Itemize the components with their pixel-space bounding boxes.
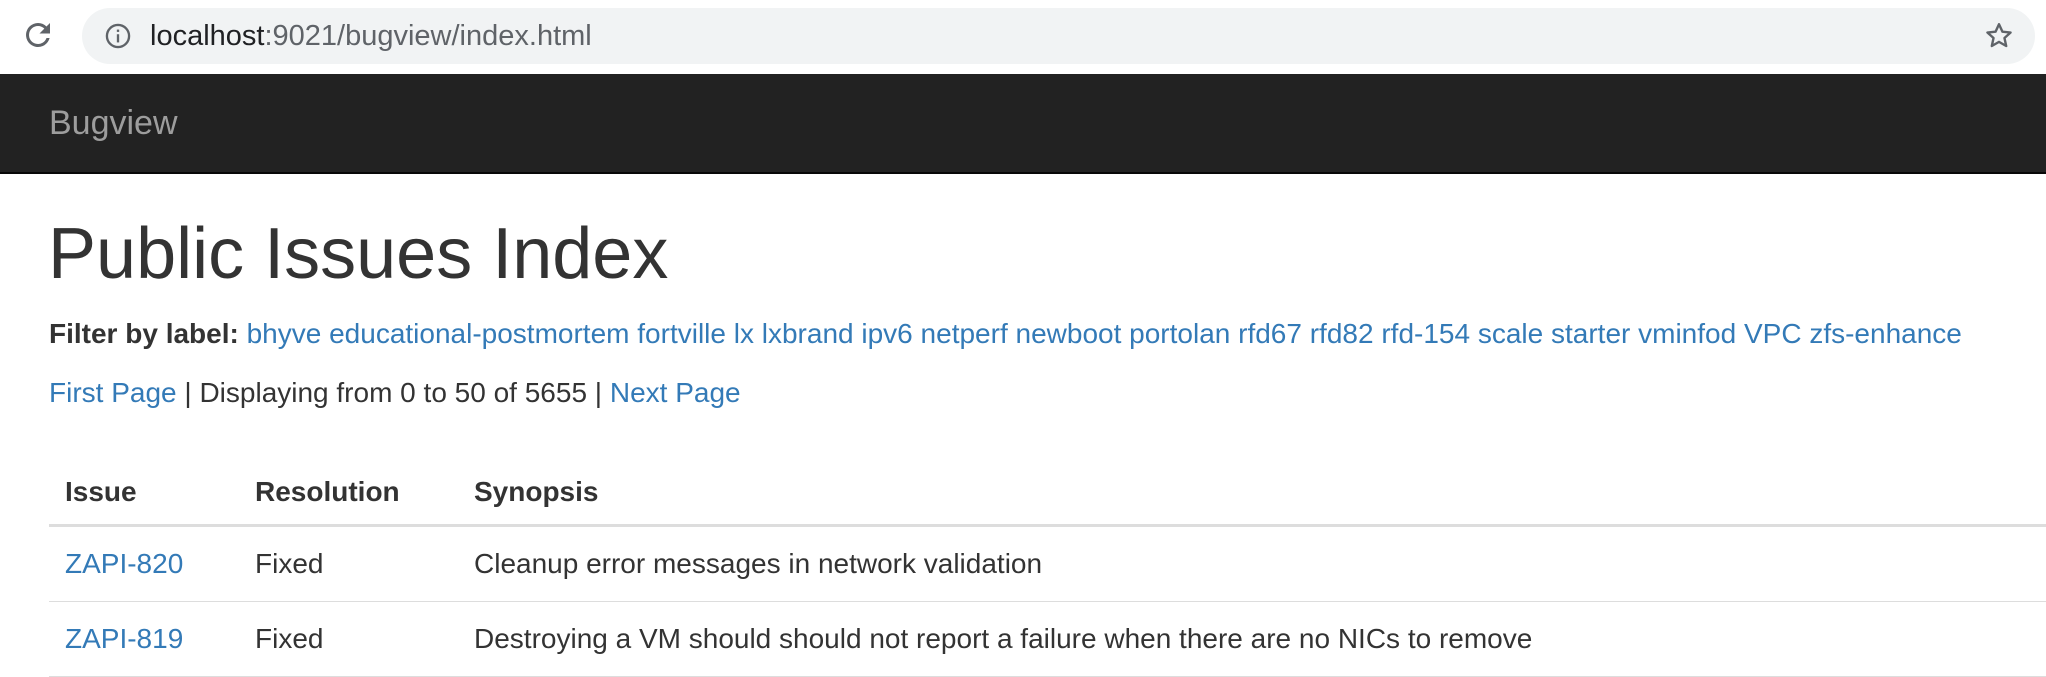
column-header-issue: Issue <box>49 460 239 527</box>
url-path: :9021/bugview/index.html <box>264 20 592 52</box>
issue-link[interactable]: ZAPI-819 <box>65 623 183 654</box>
issue-cell: ZAPI-819 <box>49 601 239 677</box>
pager-status: Displaying from 0 to 50 of 5655 <box>199 377 588 408</box>
label-link-newboot[interactable]: newboot <box>1016 318 1122 349</box>
label-link-starter[interactable]: starter <box>1551 318 1630 349</box>
label-link-fortville[interactable]: fortville <box>637 318 726 349</box>
label-link-rfd-154[interactable]: rfd-154 <box>1381 318 1470 349</box>
issues-table: Issue Resolution Synopsis ZAPI-820 Fixed… <box>49 460 2046 677</box>
label-link-rfd82[interactable]: rfd82 <box>1310 318 1374 349</box>
reload-icon[interactable] <box>20 17 56 53</box>
first-page-link[interactable]: First Page <box>49 377 177 408</box>
label-link-vminfod[interactable]: vminfod <box>1638 318 1736 349</box>
synopsis-cell: Cleanup error messages in network valida… <box>458 525 2046 602</box>
url-host: localhost <box>150 20 265 52</box>
resolution-cell: Fixed <box>239 525 458 602</box>
label-link-portolan[interactable]: portolan <box>1129 318 1230 349</box>
label-link-netperf[interactable]: netperf <box>921 318 1008 349</box>
pager-separator: | <box>176 377 200 408</box>
pagination: First Page | Displaying from 0 to 50 of … <box>49 373 741 413</box>
label-filter: Filter by label: bhyve educational-postm… <box>49 314 1962 354</box>
pager-separator: | <box>587 377 610 408</box>
label-link-rfd67[interactable]: rfd67 <box>1238 318 1302 349</box>
table-header-row: Issue Resolution Synopsis <box>49 460 2046 527</box>
url-text[interactable]: localhost:9021/bugview/index.html <box>150 8 592 64</box>
issue-link[interactable]: ZAPI-820 <box>65 548 183 579</box>
column-header-resolution: Resolution <box>239 460 458 527</box>
address-bar[interactable]: localhost:9021/bugview/index.html <box>82 8 2035 64</box>
label-link-educational-postmortem[interactable]: educational-postmortem <box>329 318 629 349</box>
synopsis-cell: Destroying a VM should should not report… <box>458 601 2046 677</box>
label-link-lxbrand[interactable]: lxbrand <box>762 318 854 349</box>
brand-link[interactable]: Bugview <box>49 74 178 172</box>
table-row: ZAPI-820 Fixed Cleanup error messages in… <box>49 525 2046 602</box>
label-link-vpc[interactable]: VPC <box>1744 318 1802 349</box>
star-icon[interactable] <box>1983 20 2015 52</box>
page-title: Public Issues Index <box>48 214 669 294</box>
issue-cell: ZAPI-820 <box>49 525 239 602</box>
navbar: Bugview <box>0 74 2046 174</box>
label-link-ipv6[interactable]: ipv6 <box>861 318 912 349</box>
next-page-link[interactable]: Next Page <box>610 377 741 408</box>
browser-toolbar: localhost:9021/bugview/index.html <box>0 0 2046 74</box>
resolution-cell: Fixed <box>239 601 458 677</box>
column-header-synopsis: Synopsis <box>458 460 2046 527</box>
label-link-bhyve[interactable]: bhyve <box>247 318 322 349</box>
info-icon[interactable] <box>104 22 132 50</box>
label-link-scale[interactable]: scale <box>1478 318 1543 349</box>
filter-label: Filter by label: <box>49 318 239 349</box>
label-link-lx[interactable]: lx <box>734 318 754 349</box>
label-link-zfs-enhance[interactable]: zfs-enhance <box>1809 318 1962 349</box>
table-row: ZAPI-819 Fixed Destroying a VM should sh… <box>49 601 2046 677</box>
